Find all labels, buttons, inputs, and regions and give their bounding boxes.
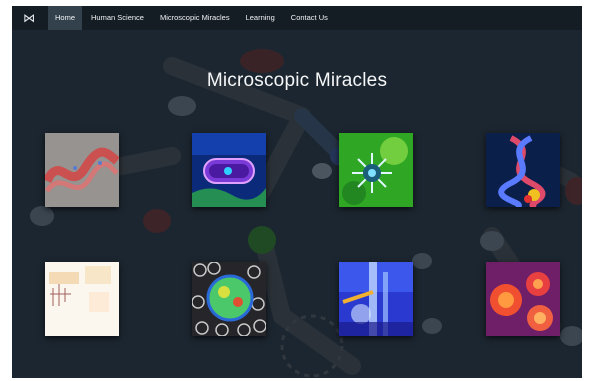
gallery-tile-dna-helix[interactable] [486,133,560,207]
mw-logo-icon[interactable]: ⋈ [18,8,40,28]
gallery-tile-lab-glassware[interactable] [339,262,413,336]
gallery-tile-green-virus[interactable] [339,133,413,207]
cell-network-image [192,262,266,336]
nav-item-home[interactable]: Home [48,6,83,30]
green-virus-image [339,133,413,207]
bacterium-cell-image [192,133,266,207]
gallery-tile-red-cells[interactable] [486,262,560,336]
gallery-tile-bacterium[interactable] [192,133,266,207]
red-wave-biology-image [45,133,119,207]
page-frame: ⋈ Home Human Science Microscopic Miracle… [12,6,582,378]
gallery-tile-grid-sketch[interactable] [45,262,119,336]
red-cells-image [486,262,560,336]
logo-mark-glyph: ⋈ [23,11,35,25]
gallery-tile-red-wave[interactable] [45,133,119,207]
gallery-tile-cell-network[interactable] [192,262,266,336]
grid-sketch-image [45,262,119,336]
nav-item-human-science[interactable]: Human Science [84,6,151,30]
nav-menu: Home Human Science Microscopic Miracles … [48,6,337,30]
nav-item-microscopic-miracles[interactable]: Microscopic Miracles [153,6,237,30]
nav-item-contact-us[interactable]: Contact Us [284,6,335,30]
lab-glassware-image [339,262,413,336]
navbar: ⋈ Home Human Science Microscopic Miracle… [12,6,582,30]
page-title: Microscopic Miracles [206,70,388,91]
dna-helix-image [486,133,560,207]
nav-item-learning[interactable]: Learning [239,6,282,30]
